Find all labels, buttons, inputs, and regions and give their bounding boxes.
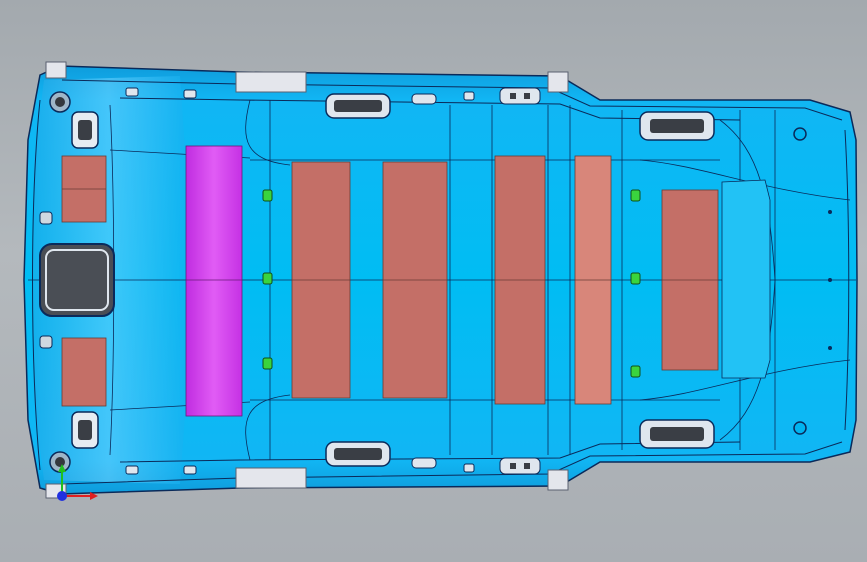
rear-raised-zone	[721, 179, 771, 379]
pad-front-right	[61, 337, 107, 407]
dome-light-cutout	[39, 243, 115, 317]
bracket-top-right	[547, 71, 569, 93]
bracket-bottom-center	[235, 467, 307, 489]
bracket-bottom-right	[547, 469, 569, 491]
z-axis-dot	[57, 491, 67, 501]
bracket-top-center	[235, 71, 307, 93]
magenta-reinforcement-panel	[185, 145, 243, 417]
headliner-model[interactable]	[0, 0, 867, 562]
bracket-top-left	[45, 61, 67, 79]
cad-viewport[interactable]	[0, 0, 867, 562]
